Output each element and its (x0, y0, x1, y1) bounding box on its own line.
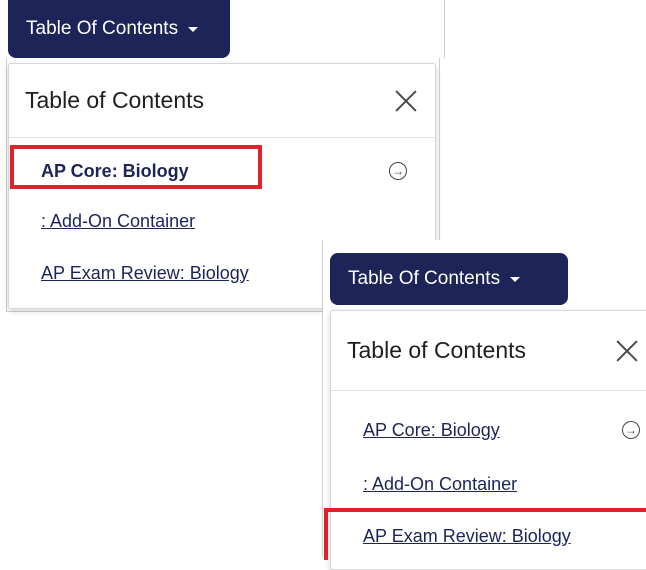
toc-item: AP Core: Biology → (9, 154, 435, 188)
caret-down-icon (510, 276, 521, 282)
toc-dropdown-label: Table Of Contents (348, 268, 501, 289)
toc-header: Table of Contents (331, 311, 646, 391)
close-icon[interactable] (395, 90, 417, 112)
toc-link-ap-exam-review-biology[interactable]: AP Exam Review: Biology (41, 263, 249, 284)
toc-dropdown-panel: Table of Contents AP Core: Biology → : A… (330, 310, 646, 570)
toc-dropdown-button[interactable]: Table Of Contents (330, 253, 568, 305)
toc-item: AP Exam Review: Biology (331, 519, 646, 553)
toc-link-ap-core-biology[interactable]: AP Core: Biology (41, 161, 189, 182)
toc-title: Table of Contents (25, 87, 205, 113)
caret-down-icon (188, 26, 199, 32)
toc-item: : Add-On Container (9, 204, 435, 238)
toc-link-add-on-container[interactable]: : Add-On Container (41, 211, 195, 232)
arrow-right-circle-icon[interactable]: → (622, 421, 640, 439)
toc-dropdown-label: Table Of Contents (26, 18, 179, 39)
toc-link-ap-core-biology[interactable]: AP Core: Biology (363, 420, 500, 441)
toc-panel-2: Table Of Contents Table of Contents AP C… (322, 240, 646, 570)
toc-header: Table of Contents (9, 64, 435, 138)
toc-link-add-on-container[interactable]: : Add-On Container (363, 474, 517, 495)
toc-title: Table of Contents (347, 337, 527, 363)
toc-item: : Add-On Container (331, 467, 646, 501)
toc-item: AP Core: Biology → (331, 413, 646, 447)
arrow-right-circle-icon[interactable]: → (389, 162, 407, 180)
toc-link-ap-exam-review-biology[interactable]: AP Exam Review: Biology (363, 526, 571, 547)
toc-dropdown-button[interactable]: Table Of Contents (8, 0, 230, 58)
close-icon[interactable] (616, 340, 638, 362)
